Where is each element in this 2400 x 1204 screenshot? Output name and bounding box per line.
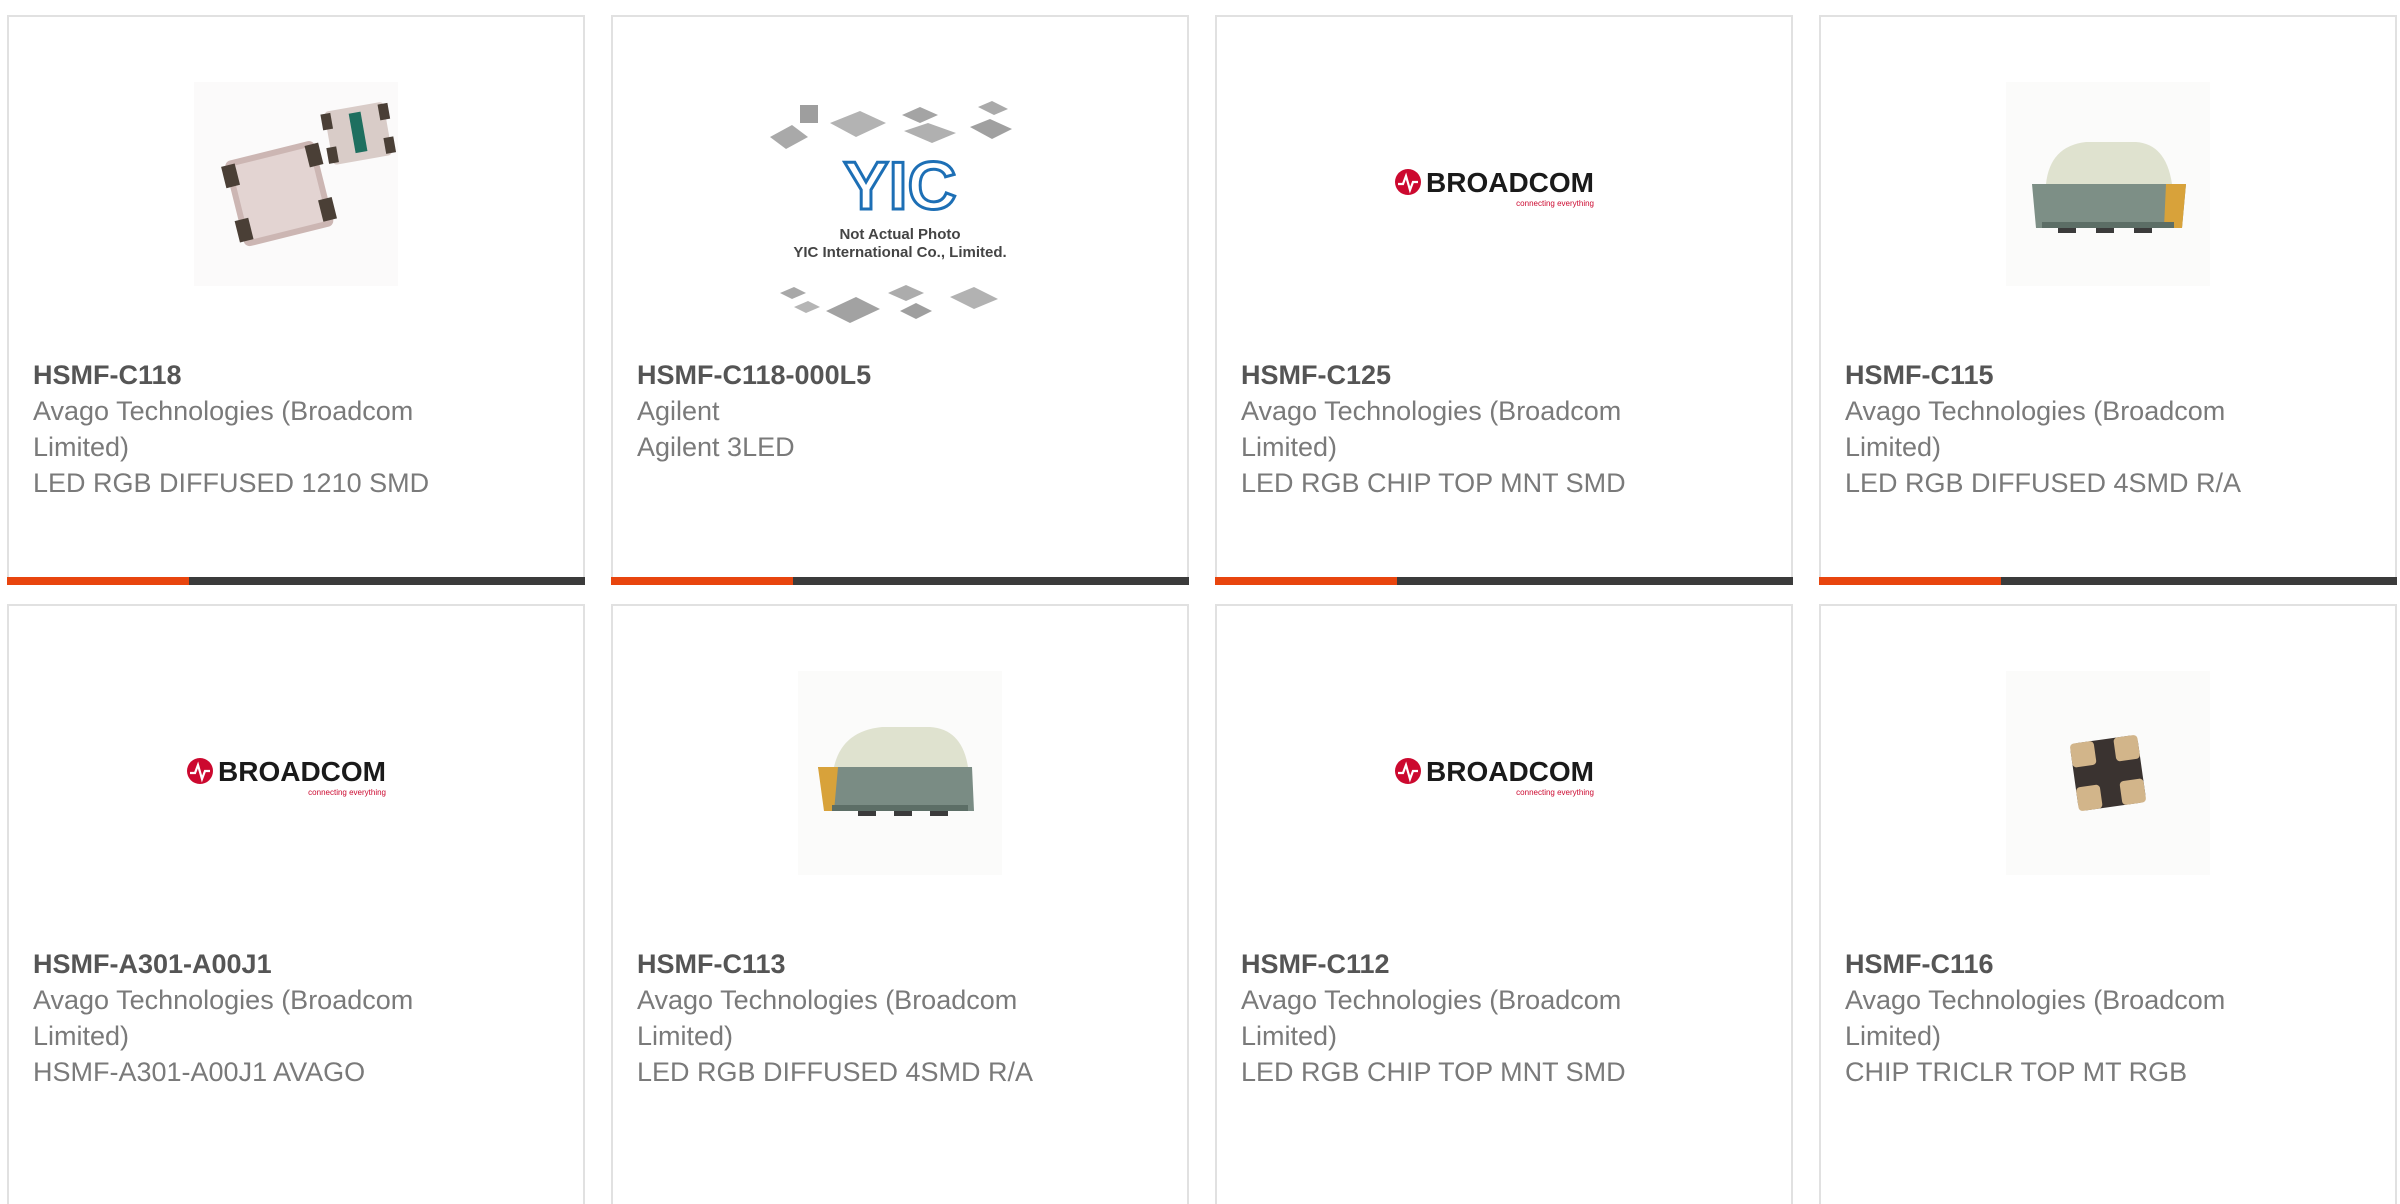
product-info: HSMF-C115 Avago Technologies (Broadcom L… [1845,357,2305,501]
description: LED RGB DIFFUSED 4SMD R/A [637,1057,1034,1087]
card-accent-bar [7,577,585,585]
description: Agilent 3LED [637,432,795,462]
part-number[interactable]: HSMF-C116 [1845,946,2305,982]
card-accent-fill [7,577,190,585]
card-accent-bar [1819,577,2397,585]
card-accent-bar [611,577,1189,585]
placeholder-caption-2: YIC International Co., Limited. [793,244,1006,261]
part-number[interactable]: HSMF-C118-000L5 [637,357,1097,393]
product-image-broadcom-logo[interactable]: BROADCOM connecting everything [1394,82,1614,286]
product-info: HSMF-C125 Avago Technologies (Broadcom L… [1241,357,1701,501]
product-info: HSMF-C116 Avago Technologies (Broadcom L… [1845,946,2305,1090]
description: LED RGB CHIP TOP MNT SMD [1241,1057,1626,1087]
broadcom-tagline: connecting everything [1516,788,1594,797]
product-info: HSMF-C118-000L5 Agilent Agilent 3LED [637,357,1097,465]
product-card[interactable]: HSMF-C113 Avago Technologies (Broadcom L… [611,604,1189,1204]
card-accent-fill [1215,577,1398,585]
broadcom-tagline: connecting everything [308,788,386,797]
description: LED RGB DIFFUSED 4SMD R/A [1845,468,2242,498]
part-number[interactable]: HSMF-C115 [1845,357,2305,393]
manufacturer: Avago Technologies (Broadcom Limited) [1241,985,1622,1051]
product-info: HSMF-C113 Avago Technologies (Broadcom L… [637,946,1097,1090]
broadcom-logo-text: BROADCOM [1426,167,1594,198]
manufacturer: Avago Technologies (Broadcom Limited) [1845,396,2226,462]
part-number[interactable]: HSMF-C125 [1241,357,1701,393]
product-image-led-chip-pair[interactable] [194,82,398,286]
product-image-led-tiny-chip[interactable] [2006,671,2210,875]
product-image-led-right-angle[interactable] [798,671,1002,875]
part-number[interactable]: HSMF-A301-A00J1 [33,946,493,982]
description: LED RGB CHIP TOP MNT SMD [1241,468,1626,498]
broadcom-logo-text: BROADCOM [218,756,386,787]
manufacturer: Agilent [637,396,720,426]
description: LED RGB DIFFUSED 1210 SMD [33,468,430,498]
product-card[interactable]: BROADCOM connecting everything HSMF-C125… [1215,15,1793,585]
product-info: HSMF-C118 Avago Technologies (Broadcom L… [33,357,493,501]
card-accent-fill [1819,577,2002,585]
product-grid: HSMF-C118 Avago Technologies (Broadcom L… [0,0,2400,1204]
broadcom-tagline: connecting everything [1516,199,1594,208]
description: HSMF-A301-A00J1 AVAGO [33,1057,366,1087]
manufacturer: Avago Technologies (Broadcom Limited) [33,396,414,462]
product-image-placeholder[interactable]: YIC Not Actual Photo YIC International C… [760,97,1040,347]
broadcom-logo-text: BROADCOM [1426,756,1594,787]
product-card[interactable]: YIC Not Actual Photo YIC International C… [611,15,1189,585]
description: CHIP TRICLR TOP MT RGB [1845,1057,2188,1087]
card-accent-fill [611,577,794,585]
manufacturer: Avago Technologies (Broadcom Limited) [33,985,414,1051]
product-info: HSMF-A301-A00J1 Avago Technologies (Broa… [33,946,493,1090]
card-accent-bar [1215,577,1793,585]
manufacturer: Avago Technologies (Broadcom Limited) [1845,985,2226,1051]
product-card[interactable]: BROADCOM connecting everything HSMF-C112… [1215,604,1793,1204]
part-number[interactable]: HSMF-C112 [1241,946,1701,982]
product-image-broadcom-logo[interactable]: BROADCOM connecting everything [186,671,406,875]
product-card[interactable]: HSMF-C116 Avago Technologies (Broadcom L… [1819,604,2397,1204]
manufacturer: Avago Technologies (Broadcom Limited) [637,985,1018,1051]
part-number[interactable]: HSMF-C113 [637,946,1097,982]
product-card[interactable]: HSMF-C115 Avago Technologies (Broadcom L… [1819,15,2397,585]
product-card[interactable]: HSMF-C118 Avago Technologies (Broadcom L… [7,15,585,585]
part-number[interactable]: HSMF-C118 [33,357,493,393]
product-image-led-right-angle[interactable] [2006,82,2210,286]
product-info: HSMF-C112 Avago Technologies (Broadcom L… [1241,946,1701,1090]
product-image-broadcom-logo[interactable]: BROADCOM connecting everything [1394,671,1614,875]
manufacturer: Avago Technologies (Broadcom Limited) [1241,396,1622,462]
placeholder-caption-1: Not Actual Photo [839,226,960,243]
product-card[interactable]: BROADCOM connecting everything HSMF-A301… [7,604,585,1204]
yic-logo: YIC [843,148,956,224]
